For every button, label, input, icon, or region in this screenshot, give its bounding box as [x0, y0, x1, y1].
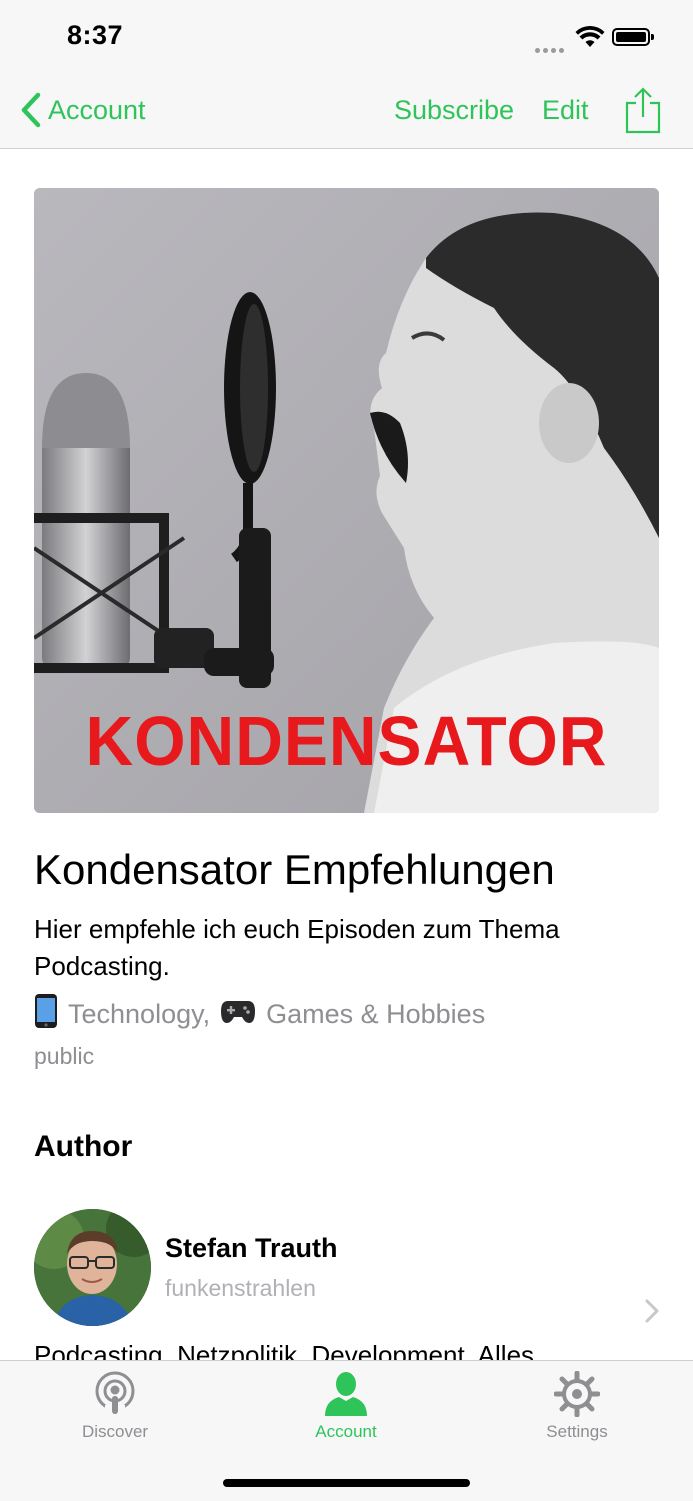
- author-avatar[interactable]: [34, 1209, 151, 1326]
- wifi-icon: [575, 25, 605, 53]
- podcast-description: Hier empfehle ich euch Episoden zum Them…: [34, 914, 560, 981]
- category-games-hobbies: Games & Hobbies: [266, 999, 486, 1029]
- status-time: 8:37: [67, 20, 124, 50]
- podcast-cover-image: KONDENSATOR: [34, 188, 659, 813]
- share-icon: [625, 87, 661, 134]
- edit-button[interactable]: Edit: [542, 95, 589, 126]
- tab-discover-label: Discover: [81, 1422, 149, 1441]
- author-section-title: Author: [34, 1130, 133, 1163]
- navigation-bar: Account Subscribe Edit: [0, 76, 693, 149]
- cover-title-text: KONDENSATOR: [85, 702, 608, 780]
- back-button-label: Account: [48, 94, 146, 125]
- podcast-categories: Technology, Games & Hobbies: [34, 993, 485, 1036]
- podcast-icon: [95, 1371, 135, 1414]
- status-bar: 8:37: [0, 0, 693, 76]
- gamepad-icon: [220, 997, 256, 1032]
- battery-icon: [612, 28, 654, 46]
- chevron-right-icon[interactable]: [644, 1298, 660, 1329]
- tab-account-label: Account: [315, 1422, 377, 1441]
- person-icon: [325, 1372, 367, 1416]
- subscribe-button[interactable]: Subscribe: [394, 95, 514, 126]
- gear-icon: [554, 1371, 600, 1417]
- author-name[interactable]: Stefan Trauth: [165, 1233, 338, 1264]
- tab-settings-label: Settings: [546, 1422, 608, 1441]
- phone-icon: [34, 993, 58, 1036]
- share-button[interactable]: [624, 86, 662, 139]
- chevron-left-icon: [21, 92, 41, 128]
- author-handle: funkenstrahlen: [165, 1275, 316, 1301]
- category-technology: Technology,: [68, 999, 211, 1029]
- podcast-title: Kondensator Empfehlungen: [34, 846, 555, 893]
- home-indicator[interactable]: [223, 1479, 470, 1487]
- cellular-signal-icon: [535, 40, 567, 58]
- visibility-label: public: [34, 1043, 95, 1069]
- tab-bar: Discover Account Settings: [0, 1360, 693, 1501]
- back-button[interactable]: Account: [20, 90, 146, 130]
